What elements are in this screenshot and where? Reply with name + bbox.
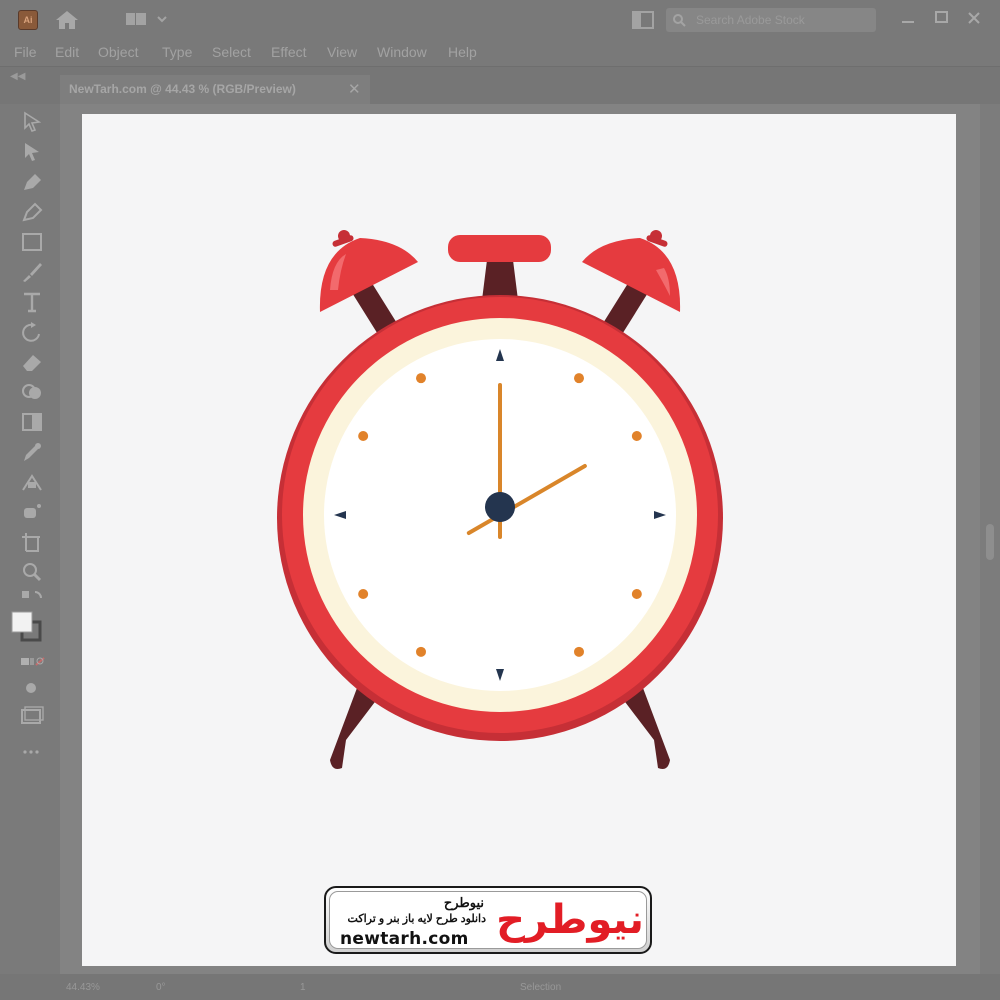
drawing-modes-button[interactable] bbox=[19, 676, 45, 700]
artboard[interactable] bbox=[82, 114, 956, 966]
brush-tool[interactable] bbox=[19, 260, 45, 284]
scrollbar-thumb[interactable] bbox=[986, 524, 994, 560]
arrange-documents-icon bbox=[632, 11, 654, 29]
menu-edit[interactable]: Edit bbox=[55, 44, 79, 60]
newtarh-watermark-badge: نیوطرح دانلود طرح لایه باز بنر و تراکت n… bbox=[324, 886, 652, 954]
home-icon bbox=[56, 11, 78, 29]
badge-brand-logo: نیوطرح bbox=[496, 897, 644, 943]
close-icon bbox=[968, 12, 980, 24]
zoom-tool[interactable] bbox=[19, 560, 45, 584]
zoom-icon bbox=[23, 563, 42, 582]
rotate-icon bbox=[22, 322, 40, 342]
menu-object[interactable]: Object bbox=[98, 44, 138, 60]
search-placeholder: Search Adobe Stock bbox=[696, 13, 805, 27]
app-logo-text: Ai bbox=[23, 15, 33, 25]
workspace-icon bbox=[126, 13, 167, 25]
screen-mode-button[interactable] bbox=[19, 704, 45, 728]
direct-selection-icon bbox=[25, 143, 39, 161]
home-button[interactable] bbox=[54, 9, 80, 31]
type-tool[interactable] bbox=[19, 290, 45, 314]
eyedropper-tool[interactable] bbox=[19, 440, 45, 464]
status-bar: 44.43% 0° 1 Selection bbox=[0, 974, 1000, 1000]
blend-icon bbox=[22, 474, 42, 491]
tools-panel bbox=[0, 104, 60, 974]
pen-tool[interactable] bbox=[19, 170, 45, 194]
screen-mode-icon bbox=[21, 706, 44, 724]
tab-close-icon[interactable]: ✕ bbox=[348, 80, 361, 98]
workspace-switcher-button[interactable] bbox=[124, 11, 170, 29]
rotation-level[interactable]: 0° bbox=[156, 982, 166, 993]
swap-colors-icon bbox=[22, 591, 42, 599]
badge-url: newtarh.com bbox=[340, 929, 469, 949]
app-title-bar: Ai Search Adobe Stock bbox=[0, 0, 1000, 40]
pen-icon bbox=[24, 174, 41, 190]
blend-tool[interactable] bbox=[19, 470, 45, 494]
direct-selection-tool[interactable] bbox=[19, 140, 45, 164]
adobe-stock-search[interactable]: Search Adobe Stock bbox=[666, 8, 876, 32]
gradient-icon bbox=[22, 413, 42, 431]
menu-view[interactable]: View bbox=[327, 44, 357, 60]
document-tab-bar: ◀◀ NewTarh.com @ 44.43 % (RGB/Preview) ✕ bbox=[0, 66, 1000, 105]
type-icon bbox=[24, 292, 40, 313]
paintbrush-icon bbox=[23, 263, 42, 282]
menu-help[interactable]: Help bbox=[448, 44, 477, 60]
fill-stroke-icon bbox=[11, 611, 42, 642]
artboard-number[interactable]: 1 bbox=[300, 982, 306, 993]
arrange-documents-button[interactable] bbox=[632, 11, 654, 29]
eyedropper-icon bbox=[24, 443, 41, 461]
menu-type[interactable]: Type bbox=[162, 44, 192, 60]
toolbar-collapse-icon[interactable]: ◀◀ bbox=[10, 71, 25, 82]
selection-tool[interactable] bbox=[19, 110, 45, 134]
menu-effect[interactable]: Effect bbox=[271, 44, 307, 60]
badge-subtitle: دانلود طرح لایه باز بنر و تراکت bbox=[347, 913, 486, 925]
curvature-tool[interactable] bbox=[19, 200, 45, 224]
badge-title: نیوطرح bbox=[443, 895, 484, 910]
menu-window[interactable]: Window bbox=[377, 44, 427, 60]
menu-bar: File Edit Object Type Select Effect View… bbox=[0, 40, 1000, 66]
vertical-scrollbar[interactable] bbox=[980, 104, 1000, 974]
app-logo[interactable]: Ai bbox=[18, 10, 38, 30]
eraser-tool[interactable] bbox=[19, 350, 45, 374]
rectangle-icon bbox=[22, 233, 42, 251]
minimize-icon bbox=[902, 21, 914, 23]
zoom-level[interactable]: 44.43% bbox=[66, 982, 100, 993]
more-tools-icon bbox=[23, 750, 39, 754]
drawing-modes-icon bbox=[26, 683, 36, 693]
symbol-sprayer-tool[interactable] bbox=[19, 500, 45, 524]
curvature-pen-icon bbox=[22, 202, 43, 222]
maximize-button[interactable] bbox=[932, 8, 952, 28]
rectangle-tool[interactable] bbox=[19, 230, 45, 254]
menu-file[interactable]: File bbox=[14, 44, 37, 60]
artboard-tool[interactable] bbox=[19, 530, 45, 554]
edit-toolbar-button[interactable] bbox=[19, 740, 45, 764]
default-fill-stroke-toggle[interactable] bbox=[19, 588, 45, 612]
minimize-button[interactable] bbox=[898, 8, 918, 28]
shape-builder-icon bbox=[22, 384, 41, 399]
fill-stroke-swatch[interactable] bbox=[10, 610, 44, 644]
current-tool-status[interactable]: Selection bbox=[520, 982, 561, 993]
symbol-sprayer-icon bbox=[24, 504, 41, 518]
artboard-icon bbox=[22, 533, 40, 552]
search-icon bbox=[673, 14, 686, 27]
rotate-tool[interactable] bbox=[19, 320, 45, 344]
color-mode-buttons[interactable] bbox=[19, 650, 45, 674]
shape-builder-tool[interactable] bbox=[19, 380, 45, 404]
color-mode-icon bbox=[21, 657, 45, 666]
close-window-button[interactable] bbox=[964, 8, 984, 28]
eraser-icon bbox=[23, 355, 41, 371]
document-tab[interactable]: NewTarh.com @ 44.43 % (RGB/Preview) ✕ bbox=[60, 75, 370, 105]
maximize-icon bbox=[935, 11, 948, 23]
gradient-tool[interactable] bbox=[19, 410, 45, 434]
menu-select[interactable]: Select bbox=[212, 44, 251, 60]
selection-arrow-icon bbox=[24, 111, 42, 132]
document-tab-title: NewTarh.com @ 44.43 % (RGB/Preview) bbox=[69, 82, 296, 96]
